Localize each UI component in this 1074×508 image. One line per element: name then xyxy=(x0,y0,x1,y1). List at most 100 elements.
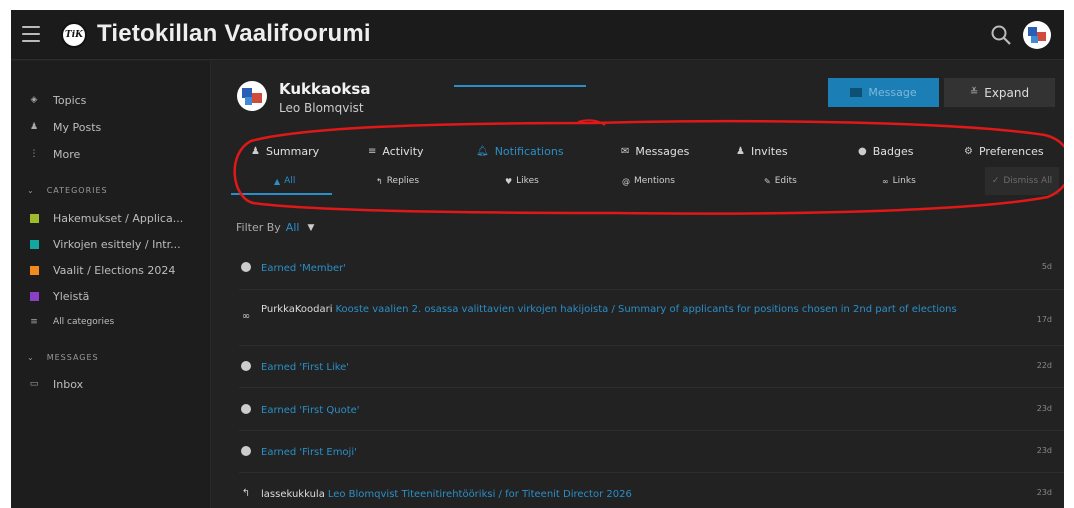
sidebar: ◈ Topics ♟ My Posts ⋮ More ⌄ CATEGORIES … xyxy=(11,61,211,508)
inbox-icon: ▭ xyxy=(29,379,39,389)
more-icon: ⋮ xyxy=(29,149,39,159)
red-annotation-circle xyxy=(233,119,1064,215)
sidebar-category-yleista[interactable]: Yleistä xyxy=(27,286,89,306)
divider xyxy=(239,289,1064,290)
bell-icon: ▲ xyxy=(274,176,281,186)
gear-icon: ⚙ xyxy=(964,145,973,157)
sidebar-item-label: More xyxy=(53,147,81,161)
tab-preferences[interactable]: ⚙ Preferences xyxy=(964,140,1044,162)
tab-label: Preferences xyxy=(978,144,1044,158)
subtab-likes[interactable]: ♥ Likes xyxy=(505,171,539,191)
subtab-label: Mentions xyxy=(634,176,675,186)
sidebar-all-categories[interactable]: ≡ All categories xyxy=(27,312,114,332)
messages-heading[interactable]: ⌄ MESSAGES xyxy=(27,353,99,362)
subtab-edits[interactable]: ✎ Edits xyxy=(764,171,797,191)
sidebar-category-hakemukset[interactable]: Hakemukset / Applica... xyxy=(27,208,183,228)
category-color-badge xyxy=(30,291,39,301)
notification-user: PurkkaKoodari xyxy=(261,304,333,315)
notification-user: lassekukkula xyxy=(261,489,325,500)
notification-text: Earned 'First Like' xyxy=(261,362,350,373)
sidebar-item-label: Vaalit / Elections 2024 xyxy=(53,263,176,277)
heart-icon: ♥ xyxy=(505,176,513,186)
user-icon: ♟ xyxy=(29,122,39,132)
site-logo[interactable]: TiK xyxy=(61,22,87,48)
notification-item[interactable]: Earned 'Member' 5d xyxy=(239,260,1064,277)
badge-icon xyxy=(239,402,253,416)
notification-text: Leo Blomqvist Titeenitirehtööriksi / for… xyxy=(327,489,632,500)
divider xyxy=(239,472,1064,473)
button-label: Dismiss All xyxy=(1003,176,1053,186)
notification-item[interactable]: Earned 'First Like' 22d xyxy=(239,359,1064,376)
tab-label: Notifications xyxy=(494,144,564,158)
notification-filters: ▲ All ↰ Replies ♥ Likes @ Mentions ✎ Edits ∞ L… xyxy=(231,171,1061,191)
subtab-links[interactable]: ∞ Links xyxy=(882,171,916,191)
sidebar-category-virkojen[interactable]: Virkojen esittely / Intr... xyxy=(27,234,181,254)
notification-item[interactable]: ↰ lassekukkula Leo Blomqvist Titeenitireh… xyxy=(239,486,1064,503)
sidebar-item-label: Inbox xyxy=(53,377,84,391)
category-color-badge xyxy=(30,265,39,275)
subtab-all[interactable]: ▲ All xyxy=(274,171,295,191)
tab-activity[interactable]: ≡ Activity xyxy=(368,140,424,162)
notification-item[interactable]: ∞ PurkkaKoodari Kooste vaalien 2. osassa … xyxy=(239,301,1064,324)
sidebar-item-inbox[interactable]: ▭ Inbox xyxy=(27,374,83,394)
active-tab-indicator xyxy=(454,85,586,87)
sidebar-category-vaalit[interactable]: Vaalit / Elections 2024 xyxy=(27,260,175,280)
search-icon[interactable] xyxy=(990,24,1012,46)
subtab-label: Links xyxy=(892,176,916,186)
divider xyxy=(239,387,1064,388)
site-title[interactable]: Tietokillan Vaalifoorumi xyxy=(97,20,371,48)
subtab-label: Edits xyxy=(774,176,797,186)
dismiss-all-button[interactable]: ✓ Dismiss All xyxy=(985,167,1059,195)
user-icon: ♟ xyxy=(251,145,260,157)
section-label: MESSAGES xyxy=(46,353,99,362)
sidebar-item-my-posts[interactable]: ♟ My Posts xyxy=(27,117,101,137)
subtab-mentions[interactable]: @ Mentions xyxy=(622,171,675,191)
message-button[interactable]: Message xyxy=(828,78,939,107)
envelope-icon: ✉ xyxy=(621,145,630,157)
user-avatar-menu[interactable] xyxy=(1023,21,1051,49)
categories-heading[interactable]: ⌄ CATEGORIES xyxy=(27,186,108,195)
link-icon: ∞ xyxy=(882,176,889,186)
expand-button[interactable]: ≚ Expand xyxy=(944,78,1055,107)
notification-text: Earned 'First Quote' xyxy=(261,405,360,416)
profile-tabs: ♟ Summary ≡ Activity 🔔︎ Notifications ✉ Mess… xyxy=(231,140,1061,162)
badge-icon xyxy=(239,359,253,373)
filter-dropdown[interactable]: Filter By All ▼ xyxy=(236,221,314,234)
hamburger-menu-icon[interactable] xyxy=(22,26,40,42)
notification-item[interactable]: Earned 'First Emoji' 23d xyxy=(239,444,1064,461)
reply-icon: ↰ xyxy=(376,176,383,186)
category-color-badge xyxy=(30,213,39,223)
tab-label: Activity xyxy=(382,144,424,158)
notification-age: 23d xyxy=(1036,446,1052,455)
check-icon: ✓ xyxy=(991,176,1000,186)
button-label: Expand xyxy=(984,85,1030,100)
tab-messages[interactable]: ✉ Messages xyxy=(621,140,689,162)
tab-notifications[interactable]: 🔔︎ Notifications xyxy=(476,140,564,162)
sidebar-item-label: All categories xyxy=(53,317,115,327)
layers-icon: ◈ xyxy=(30,95,38,105)
sidebar-item-label: Hakemukset / Applica... xyxy=(53,211,184,225)
double-chevron-down-icon: ≚ xyxy=(969,87,979,98)
tab-summary[interactable]: ♟ Summary xyxy=(251,140,319,162)
sidebar-item-more[interactable]: ⋮ More xyxy=(27,144,81,164)
sidebar-item-topics[interactable]: ◈ Topics xyxy=(27,90,87,110)
badge-icon xyxy=(239,260,253,274)
divider xyxy=(239,345,1064,346)
subtab-replies[interactable]: ↰ Replies xyxy=(376,171,419,191)
tab-invites[interactable]: ♟ Invites xyxy=(736,140,788,162)
profile-avatar[interactable] xyxy=(237,81,267,111)
tab-badges[interactable]: ● Badges xyxy=(858,140,914,162)
profile-name: Leo Blomqvist xyxy=(279,101,364,115)
profile-title: Kukkaoksa xyxy=(279,80,371,98)
sidebar-item-label: Virkojen esittely / Intr... xyxy=(53,237,181,251)
notification-age: 17d xyxy=(1036,315,1052,324)
badge-icon xyxy=(239,444,253,458)
divider xyxy=(239,430,1064,431)
notification-text: Kooste vaalien 2. osassa valittavien vir… xyxy=(335,304,957,315)
sidebar-item-label: Topics xyxy=(53,93,87,107)
notification-age: 5d xyxy=(1041,262,1052,271)
notification-item[interactable]: Earned 'First Quote' 23d xyxy=(239,402,1064,419)
subtab-label: Likes xyxy=(516,176,539,186)
reply-icon: ↰ xyxy=(241,487,251,499)
chevron-down-icon: ⌄ xyxy=(27,353,35,362)
